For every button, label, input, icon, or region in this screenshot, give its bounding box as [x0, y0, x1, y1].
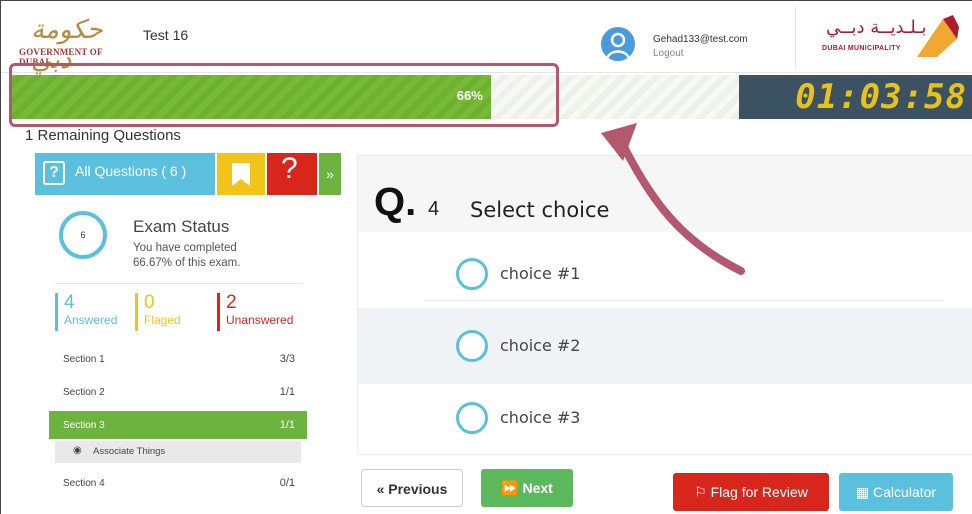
section-count: 1/1	[279, 419, 295, 431]
help-question-icon: ?	[281, 152, 298, 185]
question-card: Q. 4 Select choice choice #1 choice #2 c…	[357, 155, 972, 455]
exam-status-title: Exam Status	[133, 217, 230, 236]
exam-status-line2: 66.67% of this exam.	[133, 257, 241, 269]
timer-value: 01:03:58	[795, 77, 967, 117]
answered-label: Answered	[64, 313, 118, 327]
tab-all-questions[interactable]: ? All Questions ( 6 )	[35, 153, 215, 195]
section-name: Section 1	[63, 354, 105, 365]
tab-all-questions-label: All Questions ( 6 )	[75, 163, 187, 179]
exam-window: حكومة دبي GOVERNMENT OF DUBAI Test 16 Ge…	[0, 0, 972, 514]
choice-label: choice #3	[500, 408, 581, 427]
section-name: Section 2	[63, 387, 105, 398]
flagged-stat: 0 Flaged	[135, 293, 181, 331]
government-of-dubai-logo: حكومة دبي GOVERNMENT OF DUBAI	[13, 13, 131, 75]
section-count: 0/1	[279, 477, 295, 489]
logout-link[interactable]: Logout	[653, 48, 684, 59]
section-count: 3/3	[279, 353, 295, 365]
question-tabs: ? All Questions ( 6 ) ? »	[35, 152, 341, 195]
section-name: Section 3	[63, 420, 105, 431]
question-prefix: Q.	[374, 180, 417, 224]
unanswered-count: 2	[226, 292, 237, 313]
radio-button[interactable]	[456, 402, 488, 434]
section-row-2[interactable]: Section 2 1/1	[49, 378, 307, 406]
calculator-button[interactable]: ▦ Calculator	[839, 473, 953, 511]
dm-logo-english-text: DUBAI MUNICIPALITY	[822, 45, 901, 52]
choice-label: choice #1	[500, 264, 581, 283]
remaining-questions-label: 1 Remaining Questions	[25, 127, 181, 144]
dm-logo-mark-icon	[917, 15, 959, 57]
countdown-timer: 01:03:58	[739, 75, 972, 119]
tab-expand-button[interactable]: »	[319, 153, 341, 195]
exam-status-panel: 6 Exam Status You have completed 66.67% …	[49, 195, 307, 501]
unanswered-stat: 2 Unanswered	[217, 293, 293, 331]
eye-icon: ◉	[73, 445, 82, 456]
dm-logo-arabic-text: بـلـديــة دبــي	[826, 17, 927, 38]
flagged-count: 0	[144, 292, 155, 313]
annotation-highlight-box	[9, 63, 559, 127]
choice-option-1[interactable]: choice #1	[358, 242, 972, 304]
tab-unanswered[interactable]: ?	[267, 152, 317, 195]
section-name: Section 4	[63, 478, 105, 489]
exam-status-summary: You have completed 66.67% of this exam.	[133, 241, 293, 271]
choice-option-2[interactable]: choice #2	[358, 308, 972, 384]
divider	[424, 300, 944, 301]
radio-button[interactable]	[456, 258, 488, 290]
exam-title: Test 16	[143, 27, 189, 43]
radio-button[interactable]	[456, 330, 488, 362]
status-progress-circle: 6	[59, 211, 107, 259]
choice-label: choice #2	[500, 336, 581, 355]
flagged-label: Flaged	[144, 313, 181, 327]
answered-stat: 4 Answered	[55, 293, 117, 331]
exam-status-line1: You have completed	[133, 242, 237, 254]
dubai-municipality-logo: بـلـديــة دبــي DUBAI MUNICIPALITY	[795, 7, 967, 69]
section-row-1[interactable]: Section 1 3/3	[49, 345, 307, 373]
user-email: Gehad133@test.com	[653, 34, 748, 45]
section-row-4[interactable]: Section 4 0/1	[49, 469, 307, 497]
unanswered-label: Unanswered	[226, 313, 294, 327]
subsection-item[interactable]: ◉ Associate Things	[55, 441, 301, 463]
next-button[interactable]: ⏩ Next	[481, 469, 573, 507]
answered-count: 4	[64, 292, 75, 313]
divider	[55, 283, 303, 284]
question-text: Select choice	[470, 198, 610, 222]
section-row-3-active[interactable]: Section 3 1/1	[49, 411, 307, 439]
subsection-name: Associate Things	[93, 446, 166, 457]
user-avatar-icon[interactable]	[601, 27, 635, 61]
choice-option-3[interactable]: choice #3	[358, 386, 972, 448]
question-header: Q. 4 Select choice	[358, 156, 972, 232]
flag-for-review-button[interactable]: ⚐ Flag for Review	[673, 473, 829, 511]
question-mark-icon: ?	[43, 161, 65, 185]
bookmark-icon	[232, 163, 250, 186]
previous-button[interactable]: « Previous	[361, 469, 463, 507]
question-number: 4	[428, 198, 440, 220]
tab-flagged[interactable]	[217, 153, 265, 195]
section-count: 1/1	[279, 386, 295, 398]
